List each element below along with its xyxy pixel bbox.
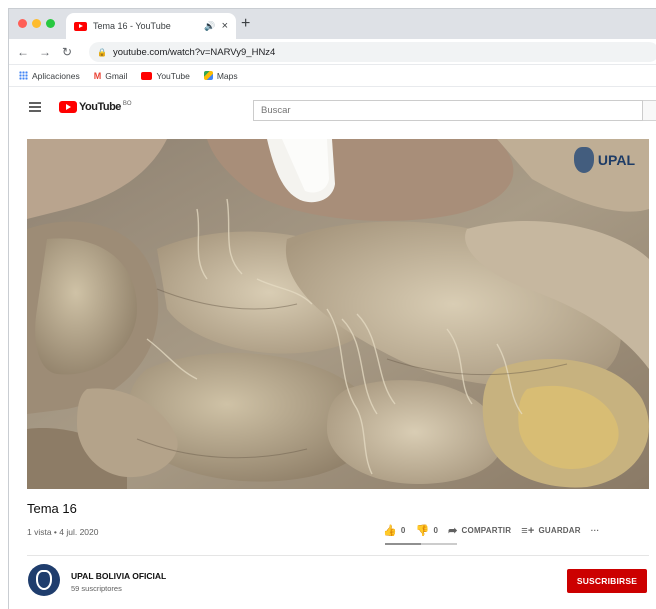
youtube-header: YouTube BO (9, 87, 656, 133)
new-tab-button[interactable]: + (241, 15, 250, 33)
like-count: 0 (400, 526, 406, 535)
bookmark-gmail[interactable]: M Gmail (94, 71, 128, 81)
sentiment-bar-fill (385, 543, 421, 545)
dislike-count: 0 (433, 526, 439, 535)
like-button[interactable]: 👍 0 (383, 524, 406, 537)
bookmark-apps[interactable]: Aplicaciones (19, 71, 80, 81)
reload-icon[interactable]: ↻ (61, 45, 73, 59)
back-icon[interactable]: ← (17, 45, 29, 59)
browser-window: Tema 16 - YouTube 🔊 × + ← → ↻ 🔒 youtube.… (8, 8, 656, 609)
search-input[interactable] (253, 100, 643, 121)
forward-icon[interactable]: → (39, 45, 51, 59)
more-icon: ··· (590, 526, 600, 535)
thumbs-up-icon: 👍 (383, 525, 397, 537)
browser-toolbar: ← → ↻ 🔒 youtube.com/watch?v=NARVy9_HNz4 (9, 39, 656, 65)
divider (27, 555, 649, 556)
watermark-text: UPAL (597, 152, 635, 168)
close-tab-icon[interactable]: × (222, 20, 228, 32)
bookmark-label: Gmail (105, 70, 128, 81)
video-player[interactable]: UPAL (27, 139, 649, 489)
subscribe-button[interactable]: SUSCRIBIRSE (567, 569, 647, 593)
search-button[interactable] (643, 100, 656, 121)
upal-shield-icon (36, 570, 52, 590)
channel-name[interactable]: UPAL BOLIVIA OFICIAL (71, 571, 166, 581)
speaker-icon[interactable]: 🔊 (204, 21, 215, 32)
youtube-favicon-icon (74, 21, 87, 31)
maximize-window-button[interactable] (46, 19, 55, 28)
upal-shield-icon (573, 147, 594, 173)
save-label: GUARDAR (538, 526, 581, 535)
browser-tab[interactable]: Tema 16 - YouTube 🔊 × (66, 13, 236, 39)
bookmark-label: YouTube (156, 70, 190, 81)
playlist-add-icon: ≡+ (521, 524, 535, 537)
tab-strip: Tema 16 - YouTube 🔊 × + (9, 9, 656, 39)
bookmarks-bar: Aplicaciones M Gmail YouTube Maps (9, 65, 656, 87)
save-button[interactable]: ≡+ GUARDAR (521, 525, 581, 537)
apps-grid-icon (19, 71, 28, 80)
video-frame-image (27, 139, 649, 489)
youtube-play-icon (59, 101, 77, 113)
bookmark-youtube[interactable]: YouTube (141, 70, 190, 81)
video-actions: 👍 0 👎 0 ➦ COMPARTIR ≡+ GUARDAR ··· (383, 524, 600, 538)
close-window-button[interactable] (18, 19, 27, 28)
gmail-icon: M (93, 70, 102, 81)
country-code: BO (122, 101, 132, 107)
share-label: COMPARTIR (461, 526, 512, 535)
minimize-window-button[interactable] (32, 19, 41, 28)
youtube-icon (141, 71, 153, 80)
dislike-button[interactable]: 👎 0 (416, 524, 439, 537)
thumbs-down-icon: 👎 (415, 525, 430, 537)
bookmark-label: Aplicaciones (32, 70, 80, 81)
sentiment-bar (385, 543, 457, 545)
subscriber-count: 59 suscriptores (71, 584, 122, 593)
url-text[interactable]: youtube.com/watch?v=NARVy9_HNz4 (113, 47, 275, 58)
tab-title: Tema 16 - YouTube (93, 21, 171, 31)
video-meta: 1 vista • 4 jul. 2020 (27, 527, 99, 537)
maps-icon (203, 71, 213, 80)
more-actions-button[interactable]: ··· (591, 526, 600, 535)
menu-icon[interactable] (29, 102, 41, 112)
video-title: Tema 16 (27, 501, 77, 516)
share-button[interactable]: ➦ COMPARTIR (448, 524, 511, 537)
bookmark-label: Maps (216, 70, 238, 81)
youtube-logo-text: YouTube (79, 101, 121, 113)
avatar[interactable] (28, 564, 60, 596)
address-bar[interactable]: 🔒 youtube.com/watch?v=NARVy9_HNz4 (89, 42, 656, 62)
bookmark-maps[interactable]: Maps (203, 70, 238, 81)
youtube-logo[interactable]: YouTube BO (59, 101, 132, 113)
lock-icon[interactable]: 🔒 (97, 48, 107, 57)
share-arrow-icon: ➦ (448, 525, 458, 537)
channel-watermark: UPAL (573, 147, 635, 173)
